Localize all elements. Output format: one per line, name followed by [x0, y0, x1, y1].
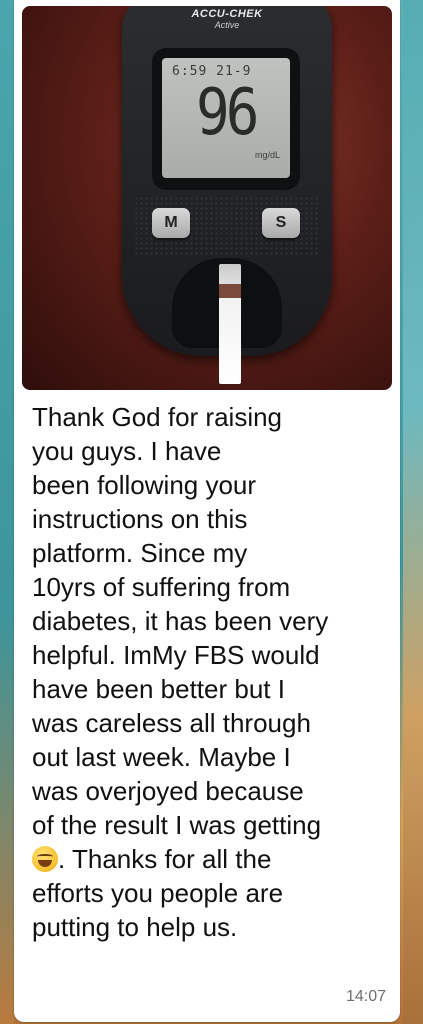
message-text-part1: Thank God for raising you guys. I have b… [32, 402, 329, 840]
meter-lcd: 6:59 21-9 96 mg/dL [162, 58, 290, 178]
glucose-reading: 96 [196, 75, 259, 150]
meter-s-button: S [262, 208, 300, 238]
meter-brand: ACCU-CHEK [191, 8, 263, 20]
test-strip-tip [219, 284, 241, 298]
wallpaper-left [0, 0, 14, 1024]
message-timestamp: 14:07 [345, 988, 386, 1005]
attached-photo[interactable]: ACCU-CHEK Active 6:59 21-9 96 mg/dL M S [22, 6, 392, 390]
message-text: Thank God for raising you guys. I have b… [32, 400, 384, 944]
meter-screen: 6:59 21-9 96 mg/dL [152, 48, 300, 190]
message-bubble[interactable]: ACCU-CHEK Active 6:59 21-9 96 mg/dL M S … [14, 0, 400, 1022]
wallpaper-right [403, 0, 423, 1024]
glucose-unit: mg/dL [254, 150, 280, 160]
meter-m-button: M [152, 208, 190, 238]
meter-model: Active [214, 20, 240, 30]
grinning-squinting-face-icon [32, 846, 58, 872]
test-strip [219, 264, 241, 384]
glucose-meter: ACCU-CHEK Active 6:59 21-9 96 mg/dL M S [122, 6, 332, 384]
message-text-part2: . Thanks for all the efforts you people … [32, 844, 284, 942]
